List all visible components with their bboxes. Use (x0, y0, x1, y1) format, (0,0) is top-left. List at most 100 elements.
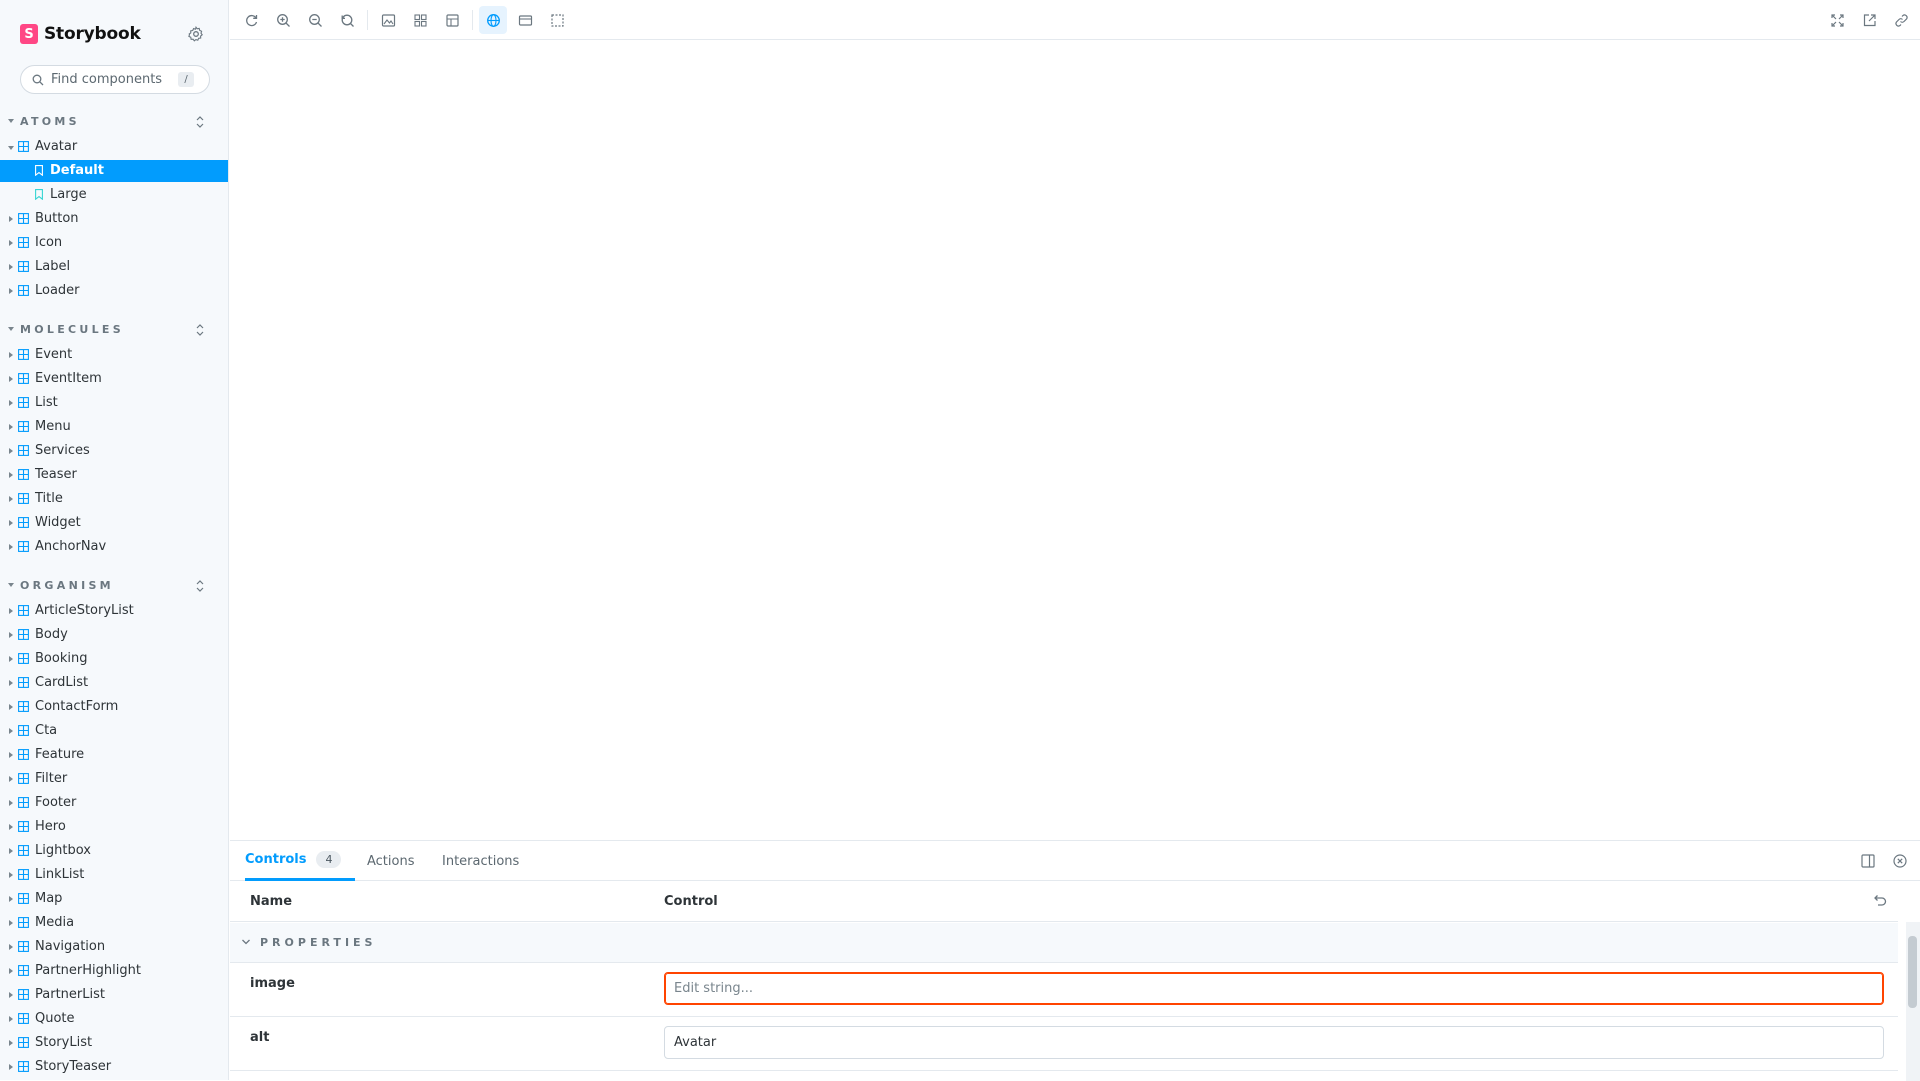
story-item-large[interactable]: Large (0, 184, 228, 206)
background-icon[interactable] (378, 10, 398, 30)
zoom-out-icon[interactable] (305, 10, 325, 30)
fullscreen-icon[interactable] (1827, 10, 1847, 30)
expand-collapse-icon[interactable] (194, 579, 206, 593)
item-label: Feature (35, 747, 85, 762)
sidebar-item-media[interactable]: Media (0, 912, 228, 934)
addon-tabs: Controls 4 Actions Interactions (230, 841, 1920, 881)
sidebar-item-widget[interactable]: Widget (0, 512, 228, 534)
search-placeholder: Find components (51, 72, 163, 87)
close-panel-icon[interactable] (1892, 853, 1908, 869)
section-atoms[interactable]: ATOMS (0, 112, 228, 132)
alt-string-input[interactable]: Avatar (664, 1026, 1884, 1059)
reload-icon[interactable] (241, 10, 261, 30)
copy-link-icon[interactable] (1891, 10, 1911, 30)
sidebar-item-contactform[interactable]: ContactForm (0, 696, 228, 718)
reset-controls-icon[interactable] (1872, 893, 1888, 909)
item-label: Booking (35, 651, 88, 666)
story-bookmark-icon (35, 189, 43, 200)
sidebar-item-quote[interactable]: Quote (0, 1008, 228, 1030)
sidebar-item-linklist[interactable]: LinkList (0, 864, 228, 886)
search-input[interactable]: Find components / (20, 65, 210, 94)
component-icon (18, 445, 29, 456)
item-label: Button (35, 211, 79, 226)
outline-icon[interactable] (547, 10, 567, 30)
globe-icon[interactable] (479, 6, 507, 34)
sidebar-item-services[interactable]: Services (0, 440, 228, 462)
brand[interactable]: S Storybook (20, 24, 141, 44)
sidebar-item-storylist[interactable]: StoryList (0, 1032, 228, 1054)
scrollbar-thumb[interactable] (1908, 936, 1917, 1008)
sidebar-item-feature[interactable]: Feature (0, 744, 228, 766)
sidebar-item-label[interactable]: Label (0, 256, 228, 278)
caret-right-icon (9, 216, 13, 222)
sidebar-item-avatar[interactable]: Avatar (0, 136, 228, 158)
item-label: Lightbox (35, 843, 91, 858)
caret-right-icon (9, 896, 13, 902)
control-name: image (250, 976, 295, 991)
properties-group[interactable]: PROPERTIES (230, 923, 1898, 963)
item-label: Default (50, 163, 104, 178)
caret-right-icon (9, 704, 13, 710)
panel-scrollbar[interactable] (1906, 922, 1920, 1081)
tab-actions[interactable]: Actions (367, 841, 415, 881)
caret-right-icon (9, 800, 13, 806)
section-molecules[interactable]: MOLECULES (0, 320, 228, 340)
story-canvas[interactable] (230, 41, 1920, 840)
viewport-icon[interactable] (515, 10, 535, 30)
sidebar-item-cardlist[interactable]: CardList (0, 672, 228, 694)
sidebar-item-body[interactable]: Body (0, 624, 228, 646)
sidebar-item-list[interactable]: List (0, 392, 228, 414)
expand-collapse-icon[interactable] (194, 115, 206, 129)
sidebar-item-event[interactable]: Event (0, 344, 228, 366)
sidebar-item-icon[interactable]: Icon (0, 232, 228, 254)
sidebar-item-articlestorylist[interactable]: ArticleStoryList (0, 600, 228, 622)
settings-gear-icon[interactable] (186, 24, 206, 44)
tab-controls[interactable]: Controls 4 (245, 841, 356, 881)
sidebar-item-cta[interactable]: Cta (0, 720, 228, 742)
caret-right-icon (9, 376, 13, 382)
sidebar-item-partnerhighlight[interactable]: PartnerHighlight (0, 960, 228, 982)
item-label: CardList (35, 675, 89, 690)
sidebar-item-navigation[interactable]: Navigation (0, 936, 228, 958)
sidebar-item-map[interactable]: Map (0, 888, 228, 910)
component-icon (18, 493, 29, 504)
sidebar-item-teaser[interactable]: Teaser (0, 464, 228, 486)
sidebar-item-title[interactable]: Title (0, 488, 228, 510)
sidebar-item-hero[interactable]: Hero (0, 816, 228, 838)
caret-right-icon (9, 352, 13, 358)
item-label: List (35, 395, 58, 410)
sidebar-item-eventitem[interactable]: EventItem (0, 368, 228, 390)
sidebar-item-menu[interactable]: Menu (0, 416, 228, 438)
story-item-default[interactable]: Default (0, 160, 228, 182)
zoom-reset-icon[interactable] (337, 10, 357, 30)
caret-right-icon (9, 632, 13, 638)
sidebar-item-storyteaser[interactable]: StoryTeaser (0, 1056, 228, 1078)
caret-right-icon (9, 448, 13, 454)
sidebar-item-anchornav[interactable]: AnchorNav (0, 536, 228, 558)
component-icon (18, 701, 29, 712)
expand-collapse-icon[interactable] (194, 323, 206, 337)
component-icon (18, 941, 29, 952)
sidebar-item-lightbox[interactable]: Lightbox (0, 840, 228, 862)
control-row-alt: alt Avatar (230, 1018, 1898, 1071)
open-new-tab-icon[interactable] (1859, 10, 1879, 30)
sidebar-item-loader[interactable]: Loader (0, 280, 228, 302)
measure-icon[interactable] (442, 10, 462, 30)
section-organism[interactable]: ORGANISM (0, 576, 228, 596)
zoom-in-icon[interactable] (273, 10, 293, 30)
sidebar-item-button[interactable]: Button (0, 208, 228, 230)
item-label: Loader (35, 283, 80, 298)
search-shortcut: / (178, 72, 194, 87)
grid-icon[interactable] (410, 10, 430, 30)
caret-right-icon (9, 264, 13, 270)
header-name: Name (250, 894, 293, 909)
sidebar-item-footer[interactable]: Footer (0, 792, 228, 814)
sidebar-item-partnerlist[interactable]: PartnerList (0, 984, 228, 1006)
component-icon (18, 1013, 29, 1024)
image-string-input[interactable] (664, 972, 1884, 1005)
sidebar-item-booking[interactable]: Booking (0, 648, 228, 670)
item-label: PartnerHighlight (35, 963, 141, 978)
panel-orientation-icon[interactable] (1860, 853, 1876, 869)
sidebar-item-filter[interactable]: Filter (0, 768, 228, 790)
tab-interactions[interactable]: Interactions (442, 841, 519, 881)
